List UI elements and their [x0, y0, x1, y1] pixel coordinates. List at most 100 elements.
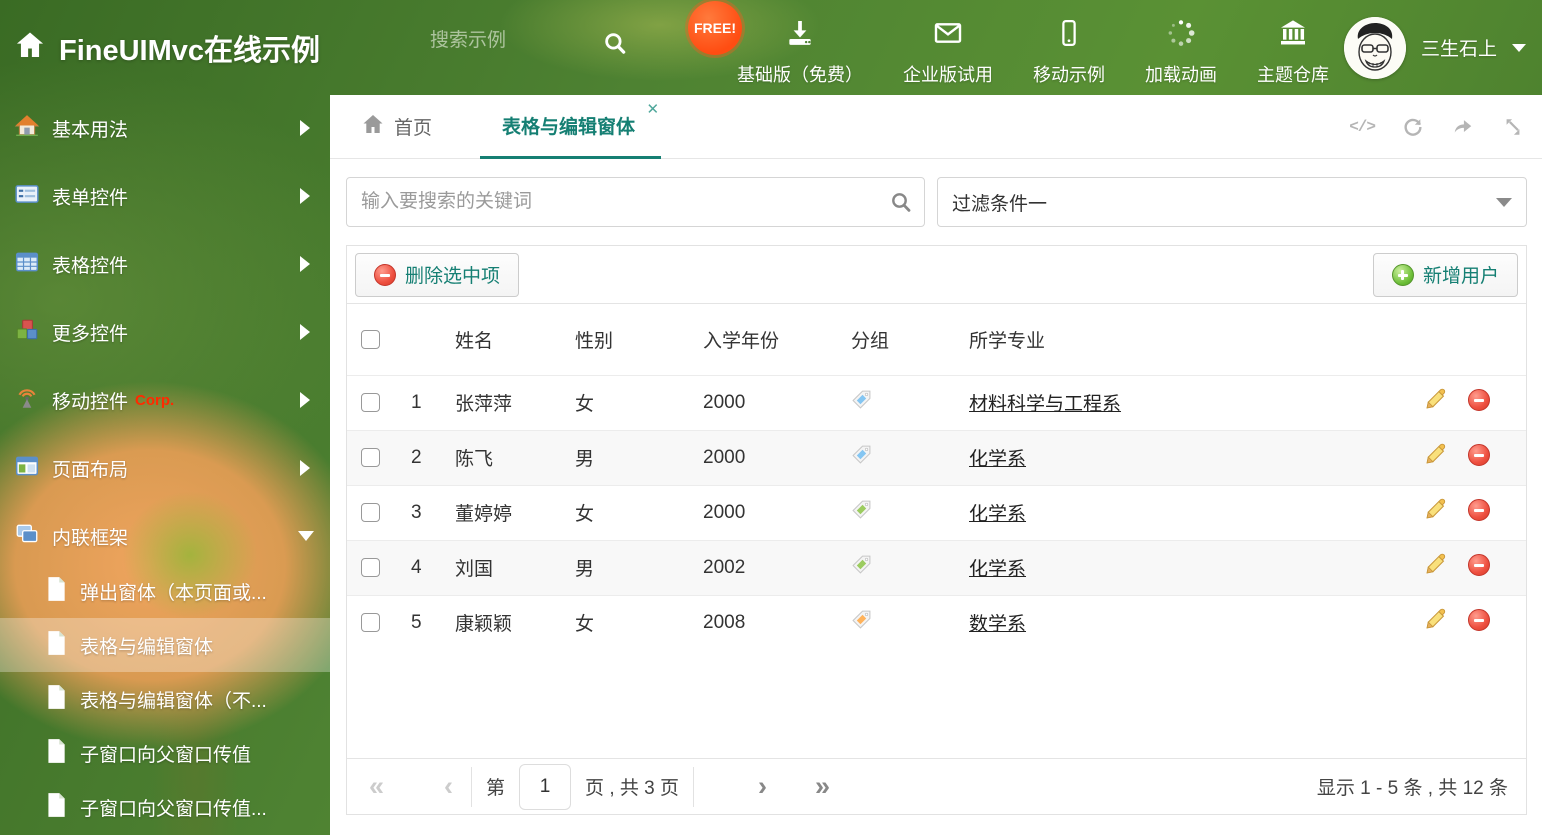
row-checkbox[interactable]	[361, 503, 380, 522]
corp-badge: Corp.	[135, 391, 175, 409]
sidebar-subitem-grid-edit-window-2[interactable]: 表格与编辑窗体（不...	[0, 672, 330, 726]
content-area: 过滤条件一 删除选中项 新增用户	[330, 159, 1542, 835]
search-icon[interactable]	[889, 190, 913, 219]
close-icon[interactable]: ✕	[646, 102, 659, 117]
file-icon	[45, 792, 67, 823]
delete-icon[interactable]	[1460, 594, 1526, 650]
plus-icon	[1391, 263, 1414, 286]
delete-icon[interactable]	[1460, 374, 1526, 430]
tab-home[interactable]: 首页	[361, 112, 432, 142]
nav-loading-animation[interactable]: 加载动画	[1145, 17, 1217, 87]
tag-icon	[851, 610, 872, 635]
keyword-search-input[interactable]	[346, 177, 925, 227]
select-all-checkbox[interactable]	[361, 329, 380, 349]
table-row: 3 董婷婷 女 2000 化学系	[347, 484, 1526, 540]
sidebar-item-grid-controls[interactable]: 表格控件	[0, 236, 330, 292]
nav-label: 移动示例	[1033, 65, 1105, 85]
table-row: 2 陈飞 男 2000 化学系	[347, 429, 1526, 485]
divider	[693, 766, 695, 807]
page-suffix: 页 , 共 3 页	[585, 778, 680, 799]
last-page-button[interactable]: »	[811, 773, 834, 800]
col-major: 所学专业	[969, 330, 1046, 352]
sidebar-subitem-child-to-parent-2[interactable]: 子窗口向父窗口传值...	[0, 780, 330, 834]
table-row: 1 张萍萍 女 2000 材料科学与工程系	[347, 374, 1526, 430]
major-link[interactable]: 材料科学与工程系	[969, 394, 1121, 415]
nav-theme-store[interactable]: 主题仓库	[1257, 17, 1329, 87]
sidebar-item-iframe[interactable]: 内联框架	[0, 508, 330, 564]
nav-label: 主题仓库	[1257, 65, 1329, 85]
table-row: 5 康颖颖 女 2008 数学系	[347, 594, 1526, 650]
add-user-button[interactable]: 新增用户	[1372, 252, 1518, 297]
sidebar-item-basic-usage[interactable]: 基本用法	[0, 100, 330, 156]
delete-selected-button[interactable]: 删除选中项	[355, 252, 520, 297]
row-checkbox[interactable]	[361, 448, 380, 467]
chevron-right-icon	[300, 460, 310, 476]
edit-icon[interactable]	[1416, 429, 1460, 485]
edit-icon[interactable]	[1416, 484, 1460, 540]
tag-icon	[851, 390, 872, 415]
chevron-right-icon	[300, 188, 310, 204]
layout-icon	[14, 453, 40, 484]
mobile-icon	[1054, 17, 1084, 54]
chevron-right-icon	[300, 120, 310, 136]
refresh-icon[interactable]	[1402, 116, 1424, 138]
username: 三生石上	[1420, 39, 1497, 60]
major-link[interactable]: 化学系	[969, 449, 1026, 470]
table-row: 4 刘国 男 2002 化学系	[347, 539, 1526, 595]
nav-basic-edition[interactable]: 基础版（免费）	[737, 17, 863, 87]
user-menu[interactable]: 三生石上	[1343, 0, 1526, 95]
col-group: 分组	[851, 330, 890, 352]
app-header: FineUIMvc在线示例 FREE! 基础版（免费） 企业版试用 移动示例	[0, 0, 1542, 95]
edit-icon[interactable]	[1416, 539, 1460, 595]
search-icon[interactable]	[602, 30, 628, 61]
chevron-down-icon	[1496, 197, 1512, 207]
sidebar-item-form-controls[interactable]: 表单控件	[0, 168, 330, 224]
cubes-icon	[14, 317, 40, 348]
major-link[interactable]: 化学系	[969, 559, 1026, 580]
home-icon	[14, 29, 46, 66]
grid-toolbar: 删除选中项 新增用户	[347, 246, 1526, 304]
major-link[interactable]: 数学系	[969, 614, 1026, 635]
download-icon	[784, 17, 816, 54]
tab-grid-edit-window[interactable]: 表格与编辑窗体 ✕	[480, 95, 662, 159]
edit-icon[interactable]	[1416, 594, 1460, 650]
fullscreen-icon[interactable]	[1502, 116, 1524, 138]
share-icon[interactable]	[1451, 116, 1475, 138]
row-checkbox[interactable]	[361, 393, 380, 412]
pagination-bar: « ‹ 第 页 , 共 3 页 › » 显示 1 - 5 条 , 共 12 条	[347, 758, 1526, 814]
home-colored-icon	[14, 113, 40, 144]
filter-row: 过滤条件一	[346, 177, 1527, 227]
sidebar-item-page-layout[interactable]: 页面布局	[0, 440, 330, 496]
sidebar-subitem-child-to-parent[interactable]: 子窗口向父窗口传值	[0, 726, 330, 780]
nav-enterprise-trial[interactable]: 企业版试用	[903, 17, 993, 87]
next-page-button[interactable]: ›	[754, 773, 771, 800]
nav-label: 企业版试用	[903, 65, 993, 85]
table-icon	[14, 249, 40, 280]
row-checkbox[interactable]	[361, 558, 380, 577]
source-code-icon[interactable]: </>	[1349, 118, 1376, 136]
header-search-input[interactable]	[430, 30, 590, 52]
edit-icon[interactable]	[1416, 374, 1460, 430]
row-checkbox[interactable]	[361, 613, 380, 633]
sidebar-subitem-grid-edit-window[interactable]: 表格与编辑窗体	[0, 618, 330, 672]
sidebar-item-more-controls[interactable]: 更多控件	[0, 304, 330, 360]
filter-dropdown[interactable]: 过滤条件一	[937, 177, 1527, 227]
header-search[interactable]	[430, 30, 590, 52]
app-brand: FineUIMvc在线示例	[14, 0, 320, 95]
delete-icon[interactable]	[1460, 484, 1526, 540]
major-link[interactable]: 化学系	[969, 504, 1026, 525]
file-icon	[45, 576, 67, 607]
sidebar: 基本用法 表单控件 表格控件 更多控件 移动控件 Corp. 页面布局 内联框架…	[0, 95, 330, 835]
sidebar-subitem-popup-window[interactable]: 弹出窗体（本页面或...	[0, 564, 330, 618]
delete-icon[interactable]	[1460, 539, 1526, 595]
delete-icon[interactable]	[1460, 429, 1526, 485]
chevron-right-icon	[300, 324, 310, 340]
header-nav: 基础版（免费） 企业版试用 移动示例 加载动画 主题仓库	[737, 17, 1329, 87]
sidebar-item-mobile-controls[interactable]: 移动控件 Corp.	[0, 372, 330, 428]
avatar[interactable]	[1343, 16, 1406, 79]
frames-icon	[14, 521, 40, 552]
divider	[471, 766, 473, 807]
nav-mobile-demo[interactable]: 移动示例	[1033, 17, 1105, 87]
page-number-input[interactable]	[519, 763, 572, 810]
spinner-icon	[1165, 17, 1197, 54]
